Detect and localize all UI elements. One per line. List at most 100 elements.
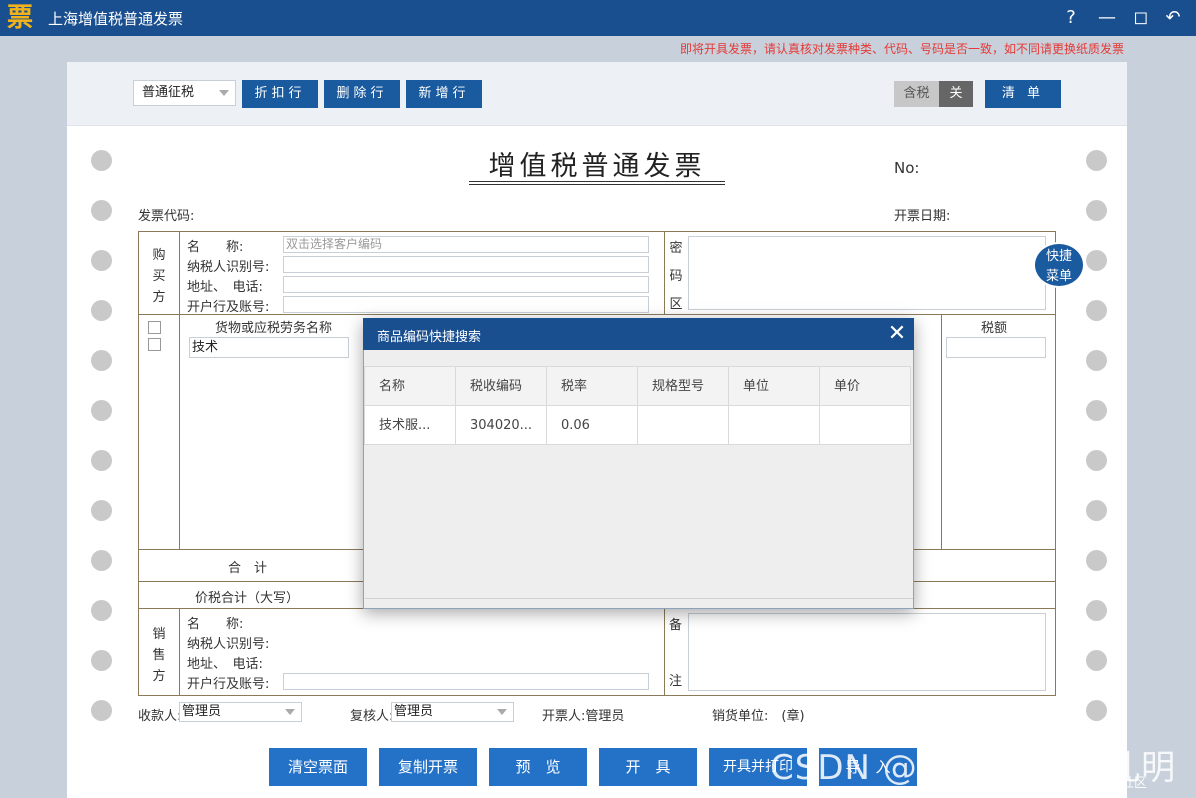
punch-hole — [91, 150, 112, 171]
dialog-title: 商品编码快捷搜索 — [377, 330, 482, 345]
heading-underline — [469, 181, 725, 182]
column-header-tax-rate[interactable]: 税率 — [547, 367, 638, 406]
quick-menu-button[interactable]: 快捷 菜单 — [1033, 242, 1085, 288]
punch-hole — [1086, 550, 1107, 571]
buyer-taxid-field[interactable] — [283, 256, 649, 273]
remark-area[interactable] — [688, 613, 1046, 691]
cipher-char: 码 — [669, 269, 683, 284]
row-checkbox[interactable] — [148, 338, 161, 351]
punch-hole — [1086, 300, 1107, 321]
buyer-char: 购 — [152, 248, 166, 263]
chevron-down-icon — [219, 90, 229, 96]
cipher-char: 密 — [669, 241, 683, 256]
invoice-heading: 增值税普通发票 — [488, 151, 706, 182]
seller-address-label: 地址、 电话: — [187, 657, 263, 672]
table-cell-tax-code[interactable]: 304020... — [456, 406, 547, 445]
delete-row-button[interactable]: 删除行 — [324, 80, 400, 108]
dialog-footer-divider — [365, 598, 913, 599]
seller-taxid-label: 纳税人识别号: — [187, 637, 270, 652]
grid-divider — [664, 608, 665, 696]
seller-name-label: 名 称: — [187, 617, 244, 632]
column-header-unit[interactable]: 单位 — [729, 367, 820, 406]
product-code-search-dialog — [363, 318, 914, 609]
discount-row-button[interactable]: 折扣行 — [242, 80, 318, 108]
table-cell-tax-rate[interactable]: 0.06 — [547, 406, 638, 445]
app-logo-icon: 票 — [4, 3, 36, 33]
punch-hole — [91, 550, 112, 571]
tax-included-label[interactable]: 含税 — [894, 81, 939, 107]
tax-included-toggle[interactable]: 关 — [939, 81, 973, 107]
punch-hole — [91, 700, 112, 721]
preview-button[interactable]: 预 览 — [489, 748, 587, 786]
close-icon[interactable]: ✕ — [885, 321, 909, 347]
table-cell-unit-price[interactable] — [820, 406, 911, 445]
punch-hole — [1086, 150, 1107, 171]
watermark-sub: @稀土掘金技术社区 — [1030, 776, 1148, 791]
tax-amount-input[interactable] — [946, 337, 1046, 358]
column-header-spec[interactable]: 规格型号 — [638, 367, 729, 406]
seller-char: 售 — [152, 648, 166, 663]
grid-divider — [138, 314, 1056, 315]
grid-divider — [941, 314, 942, 549]
punch-hole — [1086, 350, 1107, 371]
punch-hole — [1086, 500, 1107, 521]
punch-hole — [1086, 650, 1107, 671]
reviewer-label: 复核人: — [350, 709, 394, 724]
list-button[interactable]: 清 单 — [985, 80, 1061, 108]
tax-mode-select[interactable]: 普通征税 — [133, 80, 236, 106]
punch-hole — [91, 400, 112, 421]
quick-menu-text: 快捷 — [1045, 249, 1072, 264]
column-header-tax-code[interactable]: 税收编码 — [456, 367, 547, 406]
table-cell-unit[interactable] — [729, 406, 820, 445]
buyer-name-label: 名 称: — [187, 240, 244, 255]
maximize-icon[interactable]: ◻ — [1128, 5, 1154, 31]
remark-char: 注 — [669, 674, 683, 689]
punch-hole — [1086, 700, 1107, 721]
punch-hole — [91, 600, 112, 621]
grid-divider — [179, 231, 180, 314]
remark-char: 备 — [669, 618, 683, 633]
punch-hole — [91, 350, 112, 371]
cipher-area — [688, 236, 1046, 310]
seller-side-label: 销 售 方 — [151, 624, 167, 687]
column-header-unit-price[interactable]: 单价 — [820, 367, 911, 406]
buyer-char: 方 — [152, 290, 166, 305]
help-icon[interactable]: ? — [1058, 5, 1084, 31]
total-words-label: 价税合计（大写） — [195, 591, 300, 606]
total-label: 合 计 — [228, 561, 268, 576]
punch-hole — [91, 650, 112, 671]
seller-char: 销 — [152, 627, 166, 642]
drawer-text: 开票人:管理员 — [542, 709, 625, 724]
buyer-bank-field[interactable] — [283, 296, 649, 313]
select-all-checkbox[interactable] — [148, 321, 161, 334]
minimize-icon[interactable]: — — [1094, 5, 1120, 31]
table-cell-spec[interactable] — [638, 406, 729, 445]
reviewer-value: 管理员 — [394, 704, 434, 719]
table-cell-name[interactable]: 技术服... — [365, 406, 456, 445]
punch-hole — [91, 300, 112, 321]
punch-hole — [91, 250, 112, 271]
goods-name-input[interactable]: 技术 — [189, 337, 349, 358]
payee-label: 收款人: — [138, 709, 182, 724]
payee-select[interactable]: 管理员 — [179, 702, 302, 722]
cipher-char: 区 — [669, 297, 683, 312]
seller-bank-field[interactable] — [283, 673, 649, 690]
buyer-bank-label: 开户行及账号: — [187, 300, 270, 315]
app-title: 上海增值税普通发票 — [48, 10, 184, 28]
issue-button[interactable]: 开 具 — [599, 748, 697, 786]
punch-hole — [1086, 450, 1107, 471]
clear-invoice-button[interactable]: 清空票面 — [269, 748, 367, 786]
column-header-name[interactable]: 名称 — [365, 367, 456, 406]
add-row-button[interactable]: 新增行 — [406, 80, 482, 108]
tax-amount-header: 税额 — [981, 321, 1008, 336]
punch-hole — [1086, 200, 1107, 221]
reviewer-select[interactable]: 管理员 — [391, 702, 514, 722]
payee-value: 管理员 — [182, 704, 222, 719]
buyer-address-field[interactable] — [283, 276, 649, 293]
buyer-name-field[interactable]: 双击选择客户编码 — [283, 236, 649, 253]
back-icon[interactable]: ↶ — [1160, 5, 1186, 31]
copy-invoice-button[interactable]: 复制开票 — [379, 748, 477, 786]
grid-divider — [664, 231, 665, 314]
punch-hole — [91, 200, 112, 221]
tax-mode-value: 普通征税 — [142, 85, 195, 100]
